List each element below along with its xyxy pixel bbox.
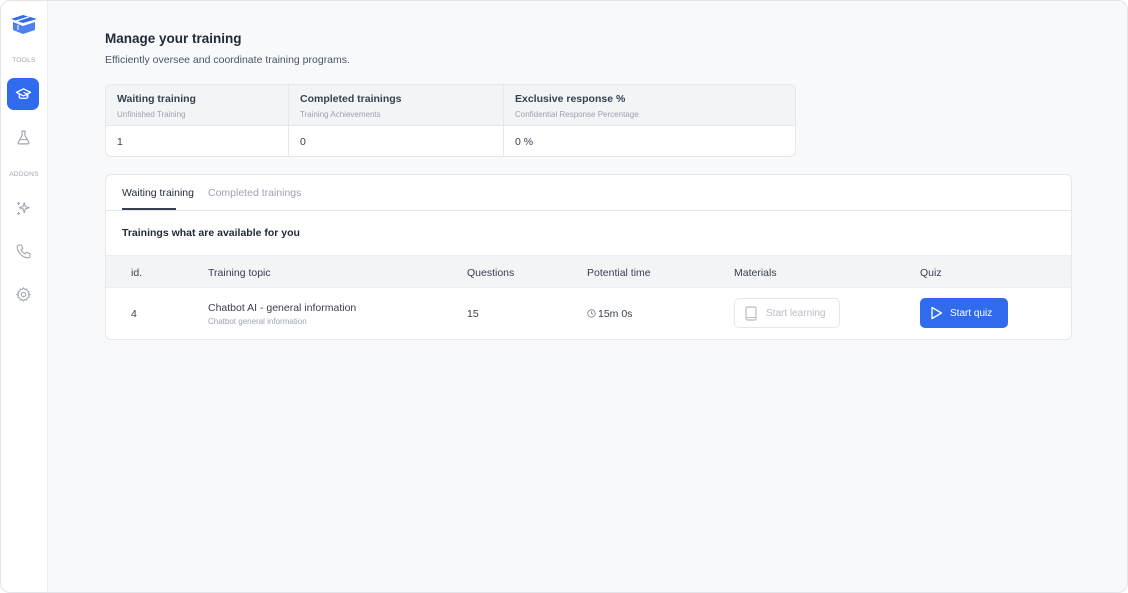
table-header: id. Training topic Questions Potential t… [106,255,1071,288]
tab-waiting-training[interactable]: Waiting training [122,187,194,199]
sidebar-item-training[interactable] [7,78,39,110]
stat-title: Completed trainings [300,93,402,105]
phone-icon [16,244,30,258]
start-learning-button[interactable]: Start learning [734,298,840,328]
stat-value: 0 [300,136,306,148]
gear-icon [15,286,31,302]
start-learning-label: Start learning [766,307,826,319]
stat-waiting: Waiting training Unfinished Training 1 [106,85,288,156]
row-time-value: 15m 0s [598,308,633,320]
column-header-materials: Materials [734,267,777,279]
stat-value: 1 [117,136,123,148]
sidebar-item-lab[interactable] [7,121,39,153]
sidebar-item-phone[interactable] [7,235,39,267]
sidebar-item-ai[interactable] [7,192,39,224]
start-quiz-label: Start quiz [950,307,993,319]
row-topic: Chatbot AI - general information [208,302,357,314]
stat-exclusive-response: Exclusive response % Confidential Respon… [503,85,795,156]
flask-icon [17,130,29,144]
trainings-card: Waiting training Completed trainings Tra… [105,174,1072,340]
graduation-cap-icon [15,87,31,99]
row-time: 15m 0s [587,308,632,320]
column-header-topic: Training topic [208,267,271,279]
row-id: 4 [131,308,137,320]
clock-icon [587,309,596,318]
sidebar-section-tools: TOOLS [12,57,36,64]
tab-completed-trainings[interactable]: Completed trainings [208,187,301,199]
row-questions: 15 [467,308,479,320]
app-logo-icon[interactable] [9,13,39,35]
stat-subtitle: Confidential Response Percentage [515,110,639,119]
column-header-id: id. [131,267,143,279]
stat-title: Waiting training [117,93,196,105]
column-header-quiz: Quiz [920,267,942,279]
book-icon [745,305,757,321]
table-row: 4 Chatbot AI - general information Chatb… [106,288,1071,339]
section-title: Trainings what are available for you [122,227,300,239]
play-icon [931,306,943,320]
stat-value: 0 % [515,136,534,148]
app-window: TOOLS ADDONS Manage your training Effici… [0,0,1128,593]
sparkles-icon [16,201,30,215]
active-tab-indicator [122,208,176,210]
stat-completed: Completed trainings Training Achievement… [288,85,503,156]
page-subtitle: Efficiently oversee and coordinate train… [105,54,350,66]
sidebar-item-settings[interactable] [7,278,39,310]
stat-title: Exclusive response % [515,93,626,105]
start-quiz-button[interactable]: Start quiz [920,298,1008,328]
tab-bar: Waiting training Completed trainings [106,175,1071,211]
page-title: Manage your training [105,31,242,46]
row-topic-subtitle: Chatbot general information [208,317,307,326]
column-header-time: Potential time [587,267,651,279]
stat-subtitle: Unfinished Training [117,110,186,119]
column-header-questions: Questions [467,267,515,279]
sidebar-section-addons: ADDONS [9,171,39,178]
stats-summary: Waiting training Unfinished Training 1 C… [105,84,796,157]
stat-subtitle: Training Achievements [300,110,381,119]
sidebar: TOOLS ADDONS [1,1,48,592]
